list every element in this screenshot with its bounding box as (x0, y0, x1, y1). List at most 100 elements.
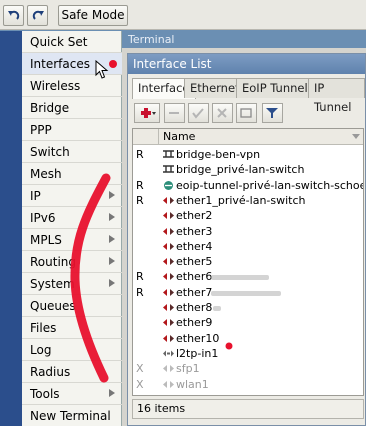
sidebar-item-ipv6[interactable]: IPv6 (22, 207, 122, 229)
sidebar-item-label: MPLS (30, 233, 62, 247)
sidebar-item-switch[interactable]: Switch (22, 141, 122, 163)
top-toolbar: Safe Mode (0, 0, 366, 30)
ethernet-icon (162, 210, 175, 221)
sidebar-item-label: Mesh (30, 167, 62, 181)
row-flag: X (136, 377, 144, 391)
redacted-comment (213, 306, 221, 311)
table-row[interactable]: ether3 (133, 224, 363, 239)
row-flag: R (136, 178, 144, 192)
row-flag: R (136, 193, 144, 207)
filter-icon (266, 108, 278, 118)
table-row[interactable]: ether10 (133, 331, 363, 346)
interface-name: ether10 (176, 331, 220, 345)
tab-eoip-tunnel[interactable]: EoIP Tunnel (236, 78, 314, 98)
table-row[interactable]: ether8 (133, 300, 363, 315)
interface-name: eoip-tunnel-privé-lan-switch-schoen (176, 178, 364, 192)
ethernet-icon (162, 333, 175, 344)
sidebar-item-log[interactable]: Log (22, 339, 122, 361)
table-row[interactable]: Rbridge-ben-vpn (133, 147, 363, 162)
interface-table: Name Rbridge-ben-vpn bridge_privé-lan-swi… (132, 128, 364, 396)
sidebar-item-label: Wireless (30, 79, 81, 93)
sidebar-item-queues[interactable]: Queues (22, 295, 122, 317)
row-flag: R (136, 285, 144, 299)
sidebar-item-new-terminal[interactable]: New Terminal (22, 405, 122, 426)
mouse-cursor-icon (95, 60, 109, 79)
sidebar-item-quick-set[interactable]: Quick Set (22, 31, 122, 53)
submenu-arrow-icon (109, 213, 116, 222)
table-row[interactable]: bridge_privé-lan-switch (133, 162, 363, 177)
safe-mode-button[interactable]: Safe Mode (58, 5, 128, 26)
comment-button[interactable] (236, 103, 257, 123)
sidebar-item-label: Queues (30, 299, 76, 313)
terminal-title: Terminal (122, 31, 366, 48)
sidebar-item-mpls[interactable]: MPLS (22, 229, 122, 251)
sidebar-item-files[interactable]: Files (22, 317, 122, 339)
sidebar-item-label: Interfaces (30, 57, 90, 71)
interface-name: l2tp-in1 (176, 346, 219, 360)
table-row[interactable]: Reoip-tunnel-privé-lan-switch-schoen (133, 178, 363, 193)
l2tp-icon (162, 348, 175, 359)
sidebar-item-ppp[interactable]: PPP (22, 119, 122, 141)
remove-button[interactable] (164, 103, 185, 123)
table-row[interactable]: ether4 (133, 239, 363, 254)
interface-name: sfp1 (176, 362, 200, 376)
submenu-arrow-icon (109, 389, 116, 398)
interface-name: bridge_privé-lan-switch (176, 163, 305, 177)
table-row[interactable]: ether5 (133, 254, 363, 269)
name-column-header[interactable]: Name (163, 129, 195, 145)
redacted-comment (211, 290, 281, 296)
table-row[interactable]: ether9 (133, 315, 363, 330)
list-toolbar (132, 101, 364, 125)
tab-ip-tunnel[interactable]: IP Tunnel (308, 78, 365, 114)
table-row[interactable]: Rether1_privé-lan-switch (133, 193, 363, 208)
flag-column-header[interactable] (133, 129, 159, 145)
row-flag: X (136, 362, 144, 376)
interface-name: ether9 (176, 316, 213, 330)
ethernet-icon (162, 287, 175, 298)
sidebar-item-label: New Terminal (30, 409, 111, 423)
plus-icon (141, 108, 156, 118)
bridge-icon (162, 164, 175, 175)
interface-name: ether2 (176, 209, 213, 223)
enable-button[interactable] (188, 103, 209, 123)
sidebar-item-bridge[interactable]: Bridge (22, 97, 122, 119)
app-side-strip (0, 31, 22, 426)
sidebar-item-tools[interactable]: Tools (22, 383, 122, 405)
table-row[interactable]: Rether6 (133, 269, 363, 284)
tab-bar: Interface Ethernet EoIP Tunnel IP Tunnel (132, 78, 365, 114)
sort-arrow-icon[interactable] (352, 134, 360, 139)
row-flag: R (136, 148, 144, 161)
table-row[interactable]: Xwlan1 (133, 377, 363, 392)
redo-button[interactable] (27, 5, 48, 26)
undo-button[interactable] (3, 5, 24, 26)
sfp-icon (162, 363, 175, 374)
filter-button[interactable] (262, 103, 283, 123)
ethernet-icon (162, 271, 175, 282)
interface-name: ether7 (176, 285, 213, 299)
add-button[interactable] (134, 103, 160, 123)
sidebar-item-mesh[interactable]: Mesh (22, 163, 122, 185)
sidebar-menu: Quick Set Interfaces Wireless Bridge PPP Swit… (22, 31, 122, 426)
sidebar-item-system[interactable]: System (22, 273, 122, 295)
eoip-icon (162, 180, 175, 191)
sidebar-item-label: Quick Set (30, 35, 88, 49)
ethernet-icon (162, 241, 175, 252)
sidebar-item-label: Radius (30, 365, 71, 379)
table-row[interactable]: ether2 (133, 208, 363, 223)
table-header: Name (133, 129, 363, 145)
ethernet-icon (162, 256, 175, 267)
ethernet-icon (162, 302, 175, 313)
submenu-arrow-icon (109, 257, 116, 266)
sidebar-item-label: Bridge (30, 101, 70, 115)
sidebar-item-ip[interactable]: IP (22, 185, 122, 207)
table-row[interactable]: Rether7 (133, 285, 363, 300)
sidebar-item-label: Tools (30, 387, 60, 401)
disable-button[interactable] (212, 103, 233, 123)
sidebar-item-routing[interactable]: Routing (22, 251, 122, 273)
window-title[interactable]: Interface List (128, 54, 365, 74)
sidebar-item-radius[interactable]: Radius (22, 361, 122, 383)
table-row[interactable]: l2tp-in1 (133, 346, 363, 361)
sidebar-item-label: IPv6 (30, 211, 56, 225)
sidebar-item-label: Routing (30, 255, 77, 269)
table-row[interactable]: Xsfp1 (133, 361, 363, 376)
